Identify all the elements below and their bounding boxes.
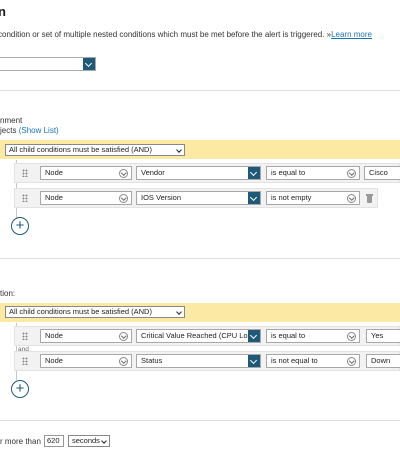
comparator-select[interactable]: is not empty [266, 191, 360, 205]
value-text: Down [371, 356, 391, 365]
value-text: Cisco [369, 168, 388, 177]
scope-line-2: jects (Show List) [0, 126, 59, 135]
object-select[interactable]: Node [40, 354, 132, 368]
field-value: Status [141, 356, 163, 365]
dropdown-circle-icon [347, 332, 356, 341]
drag-handle-icon[interactable] [22, 194, 28, 202]
chevron-down-icon[interactable] [248, 330, 260, 342]
section-divider [0, 258, 400, 259]
caret-down-icon [176, 309, 182, 315]
dropdown-circle-icon [119, 332, 128, 341]
object-value: Node [45, 168, 63, 177]
object-select[interactable]: Node [40, 166, 132, 180]
chevron-down-icon[interactable] [83, 58, 95, 70]
field-select[interactable]: Status [136, 354, 261, 368]
trash-icon[interactable] [366, 194, 373, 203]
group1-operator-select[interactable]: All child conditions must be satisfied (… [5, 144, 185, 156]
field-select[interactable]: IOS Version [136, 191, 261, 205]
section-divider [0, 90, 400, 91]
dropdown-circle-icon [119, 194, 128, 203]
trigger-condition-label: tion: [0, 289, 16, 298]
scope-line-1: nment [0, 116, 23, 125]
group2-operator-value: All child conditions must be satisfied (… [9, 307, 152, 316]
caret-down-icon [101, 438, 107, 444]
section-divider [0, 420, 400, 421]
page-title: n [0, 4, 6, 19]
group2-operator-select[interactable]: All child conditions must be satisfied (… [5, 306, 185, 318]
page-description: condition or set of multiple nested cond… [0, 30, 372, 39]
chevron-down-icon[interactable] [248, 167, 260, 179]
object-value: Node [45, 193, 63, 202]
object-select[interactable]: Node [40, 191, 132, 205]
comparator-select[interactable]: is equal to [266, 329, 360, 343]
field-value: Vendor [141, 168, 165, 177]
dropdown-circle-icon [347, 357, 356, 366]
duration-unit-value: seconds [72, 436, 100, 445]
drag-handle-icon[interactable] [22, 169, 28, 177]
caret-down-icon [176, 147, 182, 153]
duration-prefix: r more than [0, 437, 41, 446]
drag-handle-icon[interactable] [22, 332, 28, 340]
comparator-select[interactable]: is not equal to [266, 354, 360, 368]
dropdown-circle-icon [119, 169, 128, 178]
group1-operator-value: All child conditions must be satisfied (… [9, 145, 152, 154]
value-input[interactable]: Cisco [364, 166, 400, 180]
dropdown-circle-icon [347, 194, 356, 203]
field-select[interactable]: Critical Value Reached (CPU Load) [136, 329, 261, 343]
field-value: Critical Value Reached (CPU Load) [141, 331, 259, 340]
value-input[interactable]: Yes [366, 329, 400, 343]
comparator-value: is equal to [271, 168, 306, 177]
duration-unit-select[interactable]: seconds [68, 435, 110, 447]
learn-more-link[interactable]: Learn more [331, 30, 372, 39]
add-condition-button[interactable]: + [11, 217, 29, 235]
description-text: condition or set of multiple nested cond… [0, 30, 332, 39]
value-text: Yes [371, 331, 384, 340]
dropdown-circle-icon [347, 169, 356, 178]
comparator-value: is not equal to [271, 356, 318, 365]
alert-type-select[interactable] [0, 57, 96, 71]
comparator-value: is not empty [271, 193, 312, 202]
comparator-select[interactable]: is equal to [266, 166, 360, 180]
object-value: Node [45, 356, 63, 365]
field-value: IOS Version [141, 193, 182, 202]
object-value: Node [45, 331, 63, 340]
drag-handle-icon[interactable] [22, 357, 28, 365]
comparator-value: is equal to [271, 331, 306, 340]
chevron-down-icon[interactable] [248, 192, 260, 204]
chevron-down-icon[interactable] [248, 355, 260, 367]
object-select[interactable]: Node [40, 329, 132, 343]
value-input[interactable]: Down [366, 354, 400, 368]
dropdown-circle-icon [119, 357, 128, 366]
show-list-link[interactable]: (Show List) [19, 126, 59, 135]
add-condition-button[interactable]: + [11, 380, 29, 398]
duration-amount-input[interactable]: 620 [44, 435, 64, 447]
field-select[interactable]: Vendor [136, 166, 261, 180]
scope-objects-label: jects [0, 126, 17, 135]
